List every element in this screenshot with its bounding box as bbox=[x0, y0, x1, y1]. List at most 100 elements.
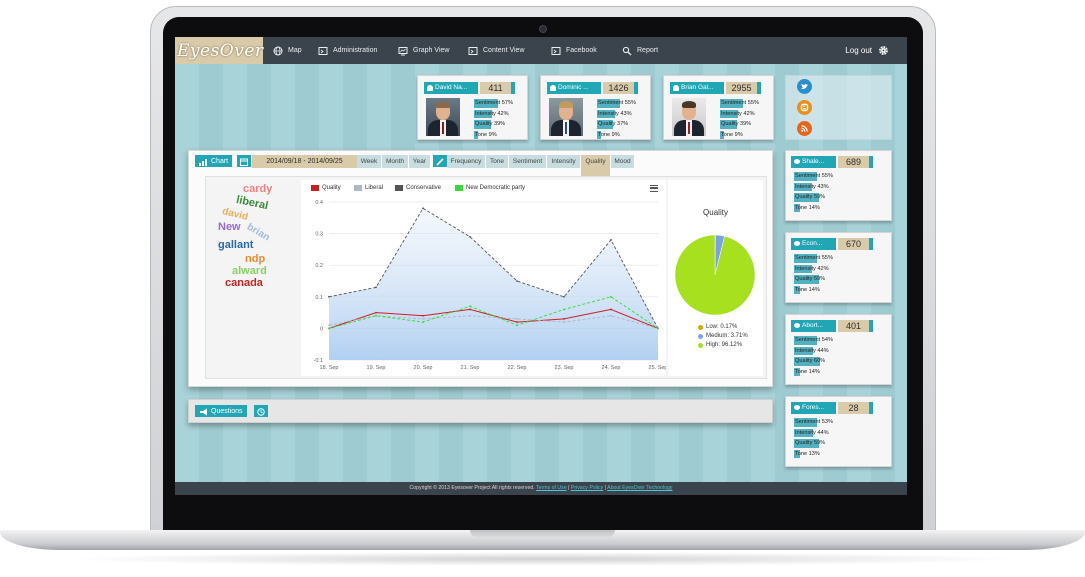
topic-name[interactable]: Econ... bbox=[791, 238, 836, 250]
pie-legend-medium[interactable]: Medium: 3.71% bbox=[698, 333, 748, 339]
nav-administration-label: Administration bbox=[333, 47, 378, 54]
measure-mood[interactable]: Mood bbox=[611, 155, 634, 168]
data-point bbox=[375, 314, 377, 317]
measure-sentiment[interactable]: Sentiment bbox=[509, 155, 546, 168]
topic-name[interactable]: Shale... bbox=[791, 156, 836, 168]
pie-slice[interactable] bbox=[674, 234, 756, 316]
questions-tab-label: Questions bbox=[211, 408, 243, 415]
footer-link-terms[interactable]: Terms of Use bbox=[536, 485, 567, 491]
gear-icon bbox=[879, 46, 888, 55]
profile-card-brian[interactable]: Brian Gal... 2955 Sentiment 55% Intensit… bbox=[663, 75, 774, 140]
metric-quality: Quality 39% bbox=[720, 120, 752, 129]
metric-tone: Tone 9% bbox=[720, 130, 743, 139]
clock-icon bbox=[257, 407, 265, 416]
topic-name[interactable]: Fores... bbox=[791, 402, 836, 414]
nav-graph-view-label: Graph View bbox=[413, 47, 450, 54]
period-week[interactable]: Week bbox=[357, 155, 381, 168]
logout-button[interactable]: Log out bbox=[845, 37, 889, 64]
nav-content-view[interactable]: Content View bbox=[468, 37, 525, 64]
data-point bbox=[469, 308, 471, 311]
date-range[interactable]: 2014/09/18 - 2014/09/25 bbox=[252, 155, 357, 168]
pie-legend-high[interactable]: High: 96.12% bbox=[698, 342, 742, 348]
chart-tab[interactable]: Chart bbox=[195, 155, 233, 167]
footer-separator: | bbox=[604, 485, 606, 491]
word[interactable]: New bbox=[218, 221, 241, 233]
y-tick-label: 0.1 bbox=[315, 295, 323, 301]
x-tick-label: 21. Sep bbox=[461, 365, 480, 371]
word[interactable]: canada bbox=[225, 277, 263, 289]
metric-tone: Tone 14% bbox=[794, 285, 820, 294]
word[interactable]: cardy bbox=[243, 183, 272, 195]
pie-chart: Quality Low: 0.17% Medium: 3.71% High: 9… bbox=[668, 180, 763, 376]
nav-report[interactable]: Report bbox=[622, 37, 658, 64]
profile-card-david[interactable]: David Na... 411 Sentiment 57% Intensity … bbox=[417, 75, 528, 140]
metric-quality: Quality 60% bbox=[794, 357, 826, 366]
chart-tab-label: Chart bbox=[211, 158, 229, 165]
blogger-icon[interactable] bbox=[797, 100, 812, 115]
globe-icon bbox=[273, 46, 283, 55]
period-month[interactable]: Month bbox=[382, 155, 408, 168]
measure-frequency[interactable]: Frequency bbox=[447, 155, 485, 168]
app-logo[interactable]: EyesOver bbox=[175, 37, 263, 64]
rss-icon[interactable] bbox=[797, 121, 812, 136]
data-point bbox=[516, 280, 518, 282]
calendar-icon bbox=[240, 158, 248, 166]
app-screen: EyesOver Map Administration Graph View C… bbox=[175, 37, 907, 495]
word[interactable]: gallant bbox=[218, 239, 253, 251]
clock-button[interactable] bbox=[254, 405, 268, 417]
x-tick-label: 25. Sep bbox=[649, 365, 666, 371]
nav-graph-view[interactable]: Graph View bbox=[398, 37, 449, 64]
profile-score: 1426 bbox=[603, 82, 638, 94]
data-point bbox=[516, 318, 518, 320]
metric-intensity: Intensity 44% bbox=[794, 428, 829, 437]
topic-score: 689 bbox=[838, 156, 873, 168]
nav-administration[interactable]: Administration bbox=[318, 37, 377, 64]
data-point bbox=[563, 295, 565, 298]
metric-tone: Tone 9% bbox=[597, 130, 620, 139]
measure-intensity[interactable]: Intensity bbox=[547, 155, 580, 168]
metrics: Sentiment 55% Intensity 43% Quality 37% … bbox=[597, 98, 647, 140]
metric-intensity: Intensity 43% bbox=[794, 182, 829, 191]
period-year[interactable]: Year bbox=[409, 155, 430, 168]
y-tick-label: 0.2 bbox=[315, 263, 323, 269]
profile-score: 2955 bbox=[726, 82, 761, 94]
profile-name[interactable]: Dominic ... bbox=[547, 82, 601, 94]
nav-facebook-label: Facebook bbox=[566, 47, 597, 54]
word[interactable]: alward bbox=[232, 265, 267, 277]
logout-label: Log out bbox=[845, 46, 872, 55]
topic-card-forestry[interactable]: Fores... 28 Sentiment 53% Intensity 44% … bbox=[785, 396, 892, 467]
metric-intensity: Intensity 43% bbox=[597, 109, 632, 118]
topic-card-shale[interactable]: Shale... 689 Sentiment 55% Intensity 43%… bbox=[785, 150, 892, 221]
data-point bbox=[563, 318, 565, 320]
x-tick-label: 24. Sep bbox=[602, 365, 621, 371]
topic-card-economy[interactable]: Econ... 670 Sentiment 55% Intensity 42% … bbox=[785, 232, 892, 303]
nav-map-label: Map bbox=[288, 47, 302, 54]
profile-name[interactable]: Brian Gal... bbox=[670, 82, 724, 94]
line-chart-svg: 0.4 0.3 0.2 0.1 0 -0.118. Sep 19. Sep 20. Sep 21… bbox=[314, 200, 666, 371]
twitter-icon[interactable] bbox=[797, 79, 812, 94]
topic-name[interactable]: Abort... bbox=[791, 320, 836, 332]
data-point bbox=[610, 314, 612, 317]
profile-card-dominic[interactable]: Dominic ... 1426 Sentiment 55% Intensity… bbox=[540, 75, 651, 140]
word-cloud: cardy liberal david brian New gallant nd… bbox=[208, 179, 282, 374]
avatar bbox=[426, 98, 460, 136]
measure-tone[interactable]: Tone bbox=[486, 155, 508, 168]
questions-tab[interactable]: Questions bbox=[195, 405, 247, 417]
topic-card-abortion[interactable]: Abort... 401 Sentiment 54% Intensity 44%… bbox=[785, 314, 892, 385]
word[interactable]: ndp bbox=[245, 253, 265, 265]
profile-name[interactable]: David Na... bbox=[424, 82, 478, 94]
data-point bbox=[469, 314, 471, 317]
x-tick-label: 20. Sep bbox=[414, 365, 433, 371]
footer-link-privacy[interactable]: Privacy Policy bbox=[571, 485, 603, 491]
metric-tone: Tone 13% bbox=[794, 449, 820, 458]
camera-icon bbox=[539, 25, 547, 33]
calendar-button[interactable] bbox=[237, 155, 251, 167]
metric-tone: Tone 9% bbox=[474, 130, 497, 139]
footer-link-about[interactable]: About EyesOver Technology bbox=[607, 485, 672, 491]
pencil-icon bbox=[436, 157, 444, 166]
laptop-notch bbox=[470, 530, 615, 537]
nav-facebook[interactable]: Facebook bbox=[551, 37, 597, 64]
pie-legend-low[interactable]: Low: 0.17% bbox=[698, 324, 737, 330]
nav-map[interactable]: Map bbox=[273, 37, 302, 64]
pencil-button[interactable] bbox=[433, 155, 447, 167]
